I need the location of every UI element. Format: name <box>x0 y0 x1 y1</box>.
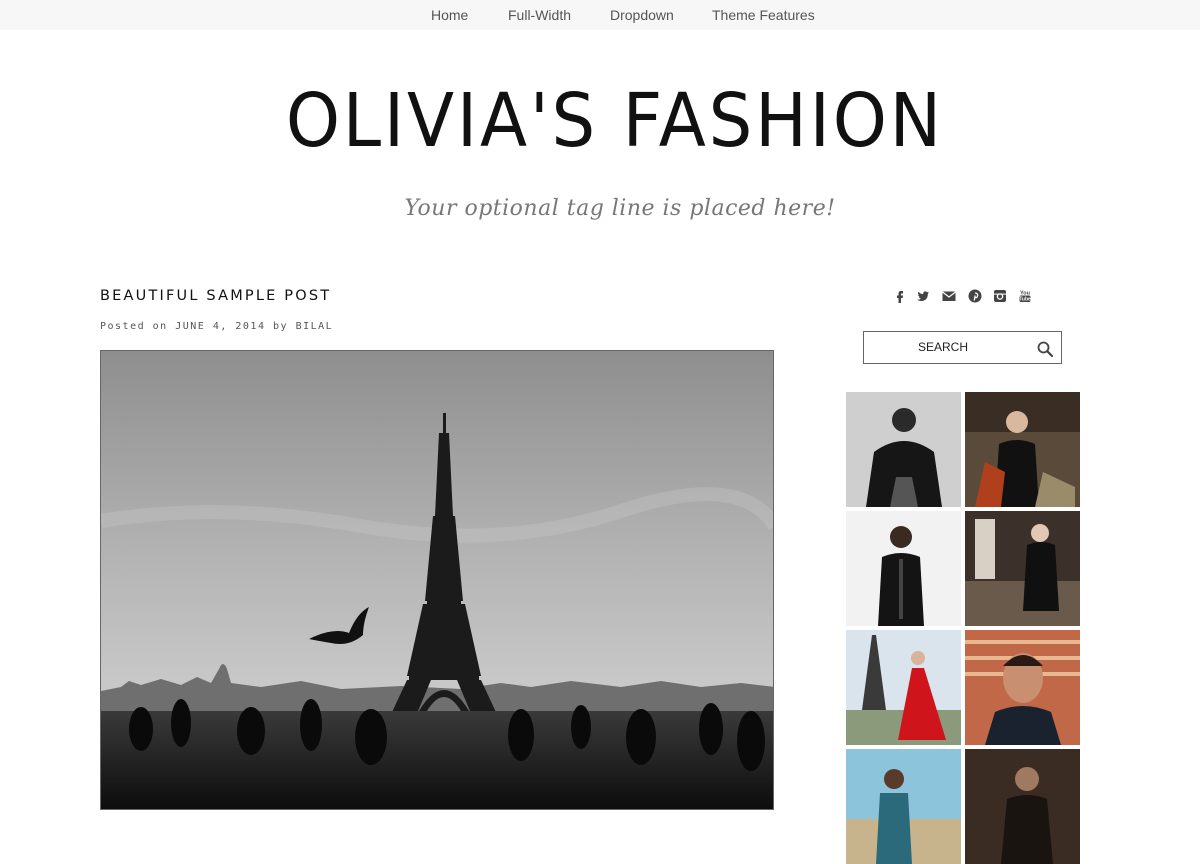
twitter-icon[interactable] <box>915 288 931 304</box>
search-icon[interactable] <box>1036 340 1054 358</box>
gallery-thumb-interior[interactable] <box>965 511 1080 626</box>
nav-menu: Home Full-Width Dropdown Theme Features <box>0 0 1200 30</box>
email-icon[interactable] <box>941 288 957 304</box>
nav-item-full-width[interactable]: Full-Width <box>508 7 571 23</box>
instagram-icon[interactable] <box>992 288 1008 304</box>
social-icons: You Tube <box>888 288 1048 304</box>
youtube-icon[interactable]: You Tube <box>1017 288 1033 304</box>
post-featured-image[interactable] <box>100 350 774 810</box>
eiffel-tower-photo <box>101 351 773 809</box>
svg-text:Tube: Tube <box>1019 297 1031 303</box>
gallery-thumb-blue-sky[interactable] <box>846 749 961 864</box>
search-box <box>863 331 1062 364</box>
pinterest-icon[interactable] <box>967 288 983 304</box>
gallery-thumb-black-dress[interactable] <box>965 392 1080 507</box>
nav-item-home[interactable]: Home <box>431 7 468 23</box>
gallery-thumb-black-jacket[interactable] <box>846 511 961 626</box>
gallery-thumb-eiffel-red-dress[interactable] <box>846 630 961 745</box>
post-title[interactable]: BEAUTIFUL SAMPLE POST <box>100 288 331 304</box>
facebook-icon[interactable] <box>892 288 908 304</box>
gallery-thumb-portrait-man[interactable] <box>965 630 1080 745</box>
photo-gallery <box>846 392 1082 864</box>
search-input[interactable] <box>868 336 1018 358</box>
gallery-thumb-fur-coat[interactable] <box>846 392 961 507</box>
post-date-link[interactable]: JUNE 4, 2014 <box>175 321 265 332</box>
top-navigation: Home Full-Width Dropdown Theme Features <box>0 0 1200 30</box>
nav-item-dropdown[interactable]: Dropdown <box>610 7 674 23</box>
post-meta: Posted on JUNE 4, 2014 by BILAL <box>100 321 333 332</box>
gallery-thumb-dark-portrait[interactable] <box>965 749 1080 864</box>
site-title[interactable]: OLIVIA'S FASHION <box>42 76 1188 166</box>
post-meta-prefix: Posted on <box>100 321 176 332</box>
post-author-link[interactable]: BILAL <box>296 321 334 332</box>
site-tagline: Your optional tag line is placed here! <box>404 196 836 221</box>
nav-item-theme-features[interactable]: Theme Features <box>712 7 815 23</box>
post-meta-by: by <box>265 321 296 332</box>
